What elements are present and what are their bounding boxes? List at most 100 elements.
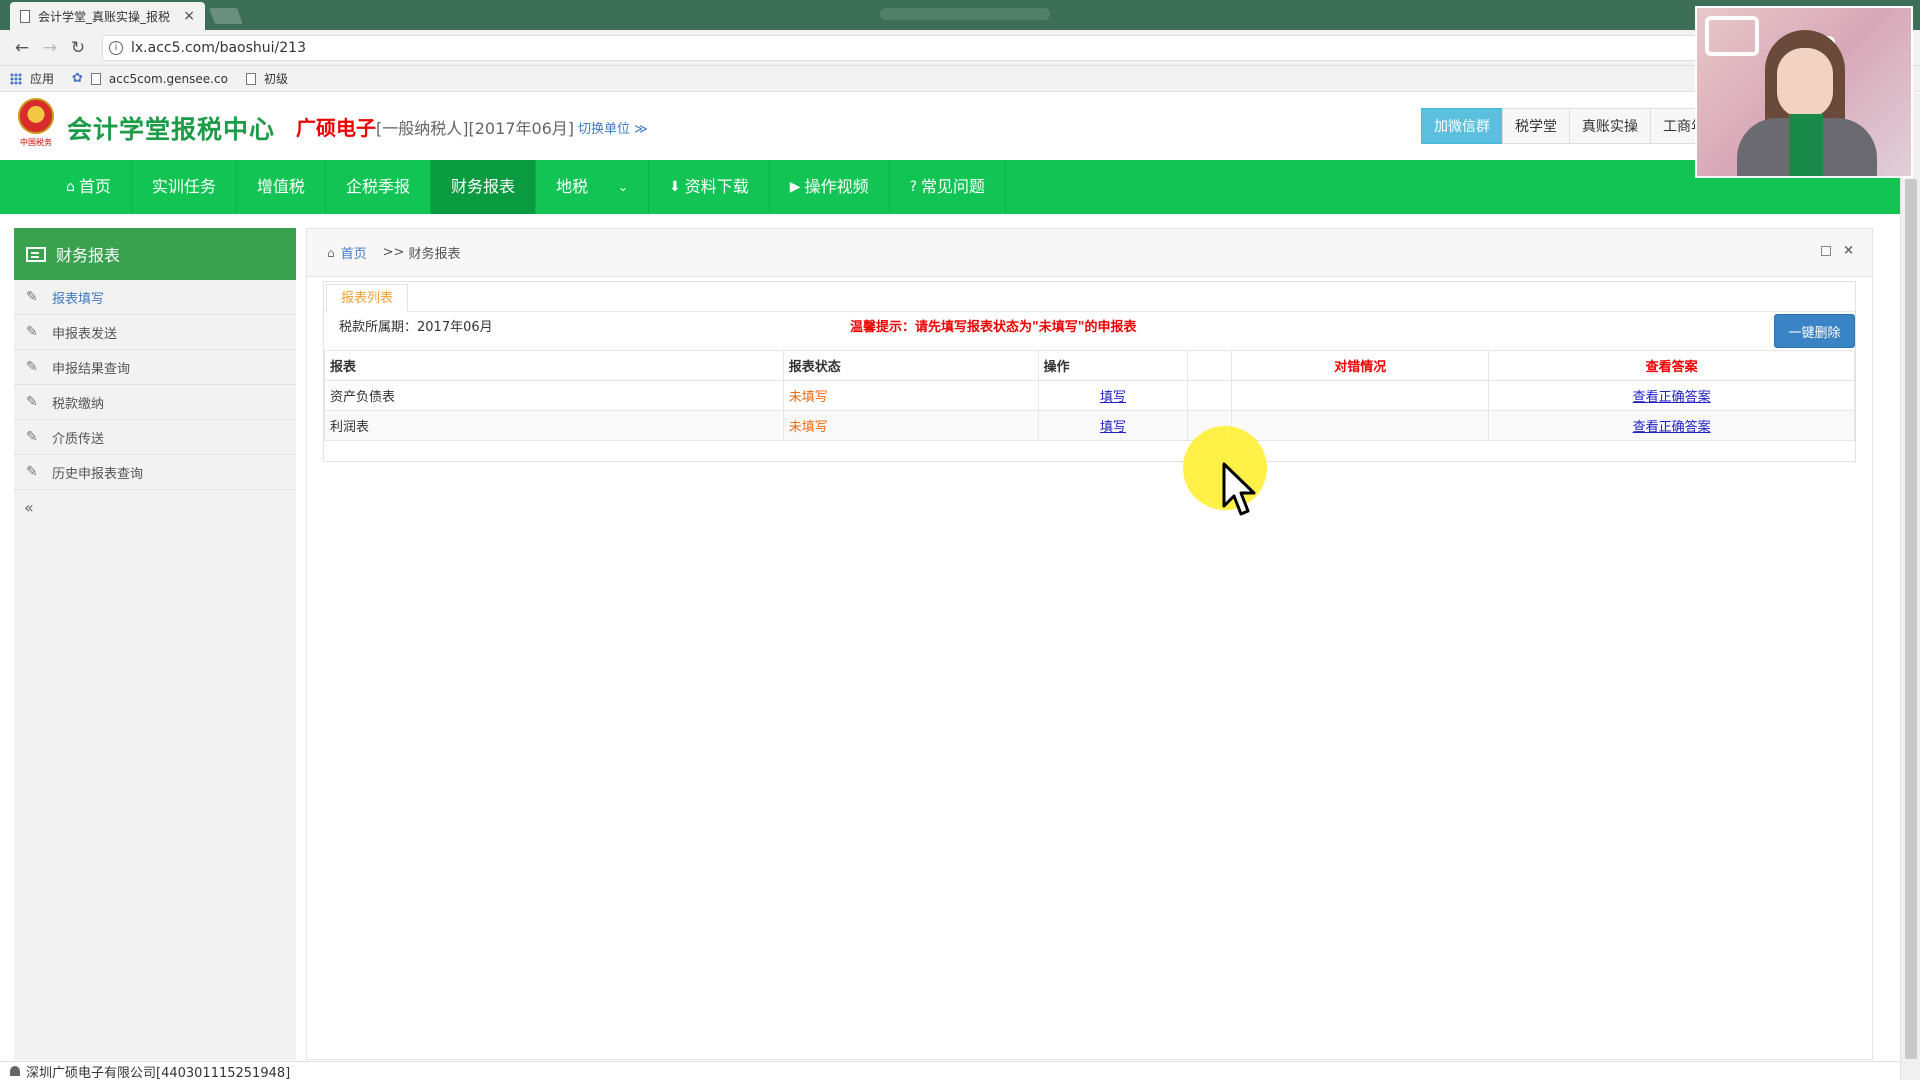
- site-header: 中国税务 会计学堂报税中心 广硕电子 [一般纳税人][2017年06月] 切换单…: [0, 92, 1920, 160]
- edit-icon: ✎: [26, 394, 38, 410]
- report-icon: [26, 246, 46, 262]
- sidebar-item-declaration-results[interactable]: ✎ 申报结果查询: [14, 350, 296, 385]
- taxpayer-info: [一般纳税人][2017年06月]: [376, 119, 575, 138]
- edit-icon: ✎: [26, 429, 38, 445]
- tab-report-list[interactable]: 报表列表: [326, 284, 409, 312]
- fill-link[interactable]: 填写: [1100, 390, 1126, 405]
- nav-label: 地税: [555, 177, 588, 196]
- nav-label: 常见问题: [921, 177, 986, 196]
- report-name: 利润表: [324, 410, 784, 441]
- nav-downloads[interactable]: ⬇ 资料下载: [649, 160, 770, 214]
- scrollbar-thumb[interactable]: [1905, 179, 1917, 1059]
- sidebar-title: 财务报表: [56, 246, 121, 265]
- fill-link[interactable]: 填写: [1100, 420, 1126, 435]
- site-title[interactable]: 会计学堂报税中心: [67, 110, 275, 146]
- view-answer-link[interactable]: 查看正确答案: [1633, 420, 1711, 435]
- column-header: 报表状态: [782, 350, 1039, 381]
- browser-tab-bar: 会计学堂_真账实操_报税 ×: [0, 0, 1920, 30]
- close-icon[interactable]: ×: [1843, 244, 1854, 257]
- tab-close-icon[interactable]: ×: [183, 8, 195, 24]
- sidebar-item-label: 税款缴纳: [52, 396, 105, 412]
- bookmark-chuji[interactable]: 初级: [245, 70, 288, 87]
- info-icon[interactable]: i: [109, 40, 123, 55]
- browser-tab[interactable]: 会计学堂_真账实操_报税 ×: [10, 2, 205, 30]
- nav-training-tasks[interactable]: 实训任务: [132, 160, 237, 214]
- sidebar-item-send-declaration[interactable]: ✎ 申报表发送: [14, 315, 296, 350]
- join-wechat-group-button[interactable]: 加微信群: [1421, 108, 1503, 144]
- blank-cell: [1187, 380, 1233, 411]
- forward-arrow-icon[interactable]: →: [36, 38, 64, 58]
- view-answer-link[interactable]: 查看正确答案: [1633, 390, 1711, 405]
- edit-icon: ✎: [26, 464, 38, 480]
- real-accounting-link[interactable]: 真账实操: [1569, 108, 1651, 144]
- presenter-face: [1777, 48, 1833, 118]
- browser-tab-title: 会计学堂_真账实操_报税: [38, 9, 171, 24]
- play-icon: ▶: [789, 179, 801, 195]
- presenter-collar: [1789, 114, 1823, 176]
- apps-grid-icon: [10, 72, 22, 85]
- tax-period: 税款所属期：2017年06月: [339, 320, 493, 335]
- breadcrumb-current: 财务报表: [408, 247, 461, 262]
- result-cell: [1231, 410, 1490, 441]
- nav-financial-statements[interactable]: 财务报表: [430, 160, 536, 214]
- report-status: 未填写: [782, 380, 1039, 411]
- home-icon: ⌂: [66, 179, 75, 195]
- emblem-text: 中国税务: [20, 138, 52, 147]
- chevron-down-icon: ⌄: [617, 180, 629, 194]
- flower-icon: ✿: [72, 71, 83, 86]
- nav-label: 首页: [78, 177, 111, 196]
- back-arrow-icon[interactable]: ←: [8, 38, 36, 58]
- sidebar-item-fill-reports[interactable]: ✎ 报表填写: [14, 280, 296, 315]
- footer-company: 深圳广硕电子有限公司[440301115251948]: [26, 1065, 291, 1080]
- tax-school-link[interactable]: 税学堂: [1502, 108, 1570, 144]
- home-icon: ⌂: [327, 245, 335, 260]
- nav-label: 财务报表: [450, 177, 515, 196]
- report-status: 未填写: [782, 410, 1039, 441]
- table-row: 资产负债表 未填写 填写 查看正确答案: [324, 380, 1855, 411]
- answer-cell: 查看正确答案: [1488, 380, 1855, 411]
- mouse-cursor-icon: [1222, 462, 1256, 516]
- nav-faq[interactable]: ? 常见问题: [890, 160, 1007, 214]
- nav-tutorial-videos[interactable]: ▶ 操作视频: [770, 160, 890, 214]
- bookmark-apps[interactable]: 应用: [10, 70, 54, 87]
- bookmark-gensee[interactable]: ✿ acc5com.gensee.co: [72, 71, 228, 86]
- sidebar-collapse-button[interactable]: «: [14, 490, 296, 525]
- sidebar-item-media-transfer[interactable]: ✎ 介质传送: [14, 420, 296, 455]
- nav-quarterly-corporate-tax[interactable]: 企税季报: [326, 160, 431, 214]
- sidebar-item-label: 申报结果查询: [52, 361, 131, 377]
- nav-vat[interactable]: 增值税: [237, 160, 326, 214]
- column-header: 查看答案: [1488, 350, 1855, 381]
- nav-label: 实训任务: [151, 177, 216, 196]
- footer-status: 深圳广硕电子有限公司[440301115251948]: [0, 1061, 1900, 1080]
- download-icon: ⬇: [669, 179, 681, 195]
- result-cell: [1231, 380, 1490, 411]
- company-name: 广硕电子: [296, 116, 376, 140]
- panel-window-controls: ×: [1821, 244, 1854, 257]
- nav-local-tax[interactable]: 地税 ⌄: [536, 160, 650, 214]
- page-scrollbar[interactable]: [1900, 93, 1920, 1080]
- maximize-icon[interactable]: [1821, 246, 1832, 256]
- bookmark-label: 初级: [263, 72, 288, 86]
- bookmark-label: acc5com.gensee.co: [108, 71, 228, 86]
- table-header-row: 报表 报表状态 操作 对错情况 查看答案: [324, 350, 1855, 381]
- new-tab-button[interactable]: [209, 8, 243, 24]
- content-area: ⌂ 首页 >> 财务报表 × 报表列表 税款所属期：2017年06月 温馨提示：…: [306, 228, 1873, 1060]
- column-header: 操作: [1037, 350, 1189, 381]
- report-list-panel: 报表列表 税款所属期：2017年06月 温馨提示：请先填写报表状态为"未填写"的…: [323, 281, 1856, 462]
- report-name: 资产负债表: [324, 380, 784, 411]
- breadcrumb-separator: >>: [382, 245, 405, 260]
- breadcrumb-home-link[interactable]: 首页: [341, 243, 367, 262]
- switch-unit-link[interactable]: 切换单位 ≫: [578, 118, 648, 137]
- nav-label: 资料下载: [684, 177, 749, 196]
- sidebar-item-tax-payment[interactable]: ✎ 税款缴纳: [14, 385, 296, 420]
- url-input[interactable]: i lx.acc5.com/baoshui/213: [102, 34, 1697, 61]
- column-header: 报表: [324, 350, 784, 381]
- reload-icon[interactable]: ↻: [64, 38, 92, 58]
- delete-all-button[interactable]: 一键删除: [1774, 314, 1855, 348]
- action-cell: 填写: [1037, 380, 1189, 411]
- sidebar-item-history-query[interactable]: ✎ 历史申报表查询: [14, 455, 296, 490]
- document-icon: [20, 9, 30, 23]
- nav-home[interactable]: ⌂ 首页: [46, 160, 132, 214]
- nav-label: 企税季报: [345, 177, 410, 196]
- column-header: 对错情况: [1231, 350, 1490, 381]
